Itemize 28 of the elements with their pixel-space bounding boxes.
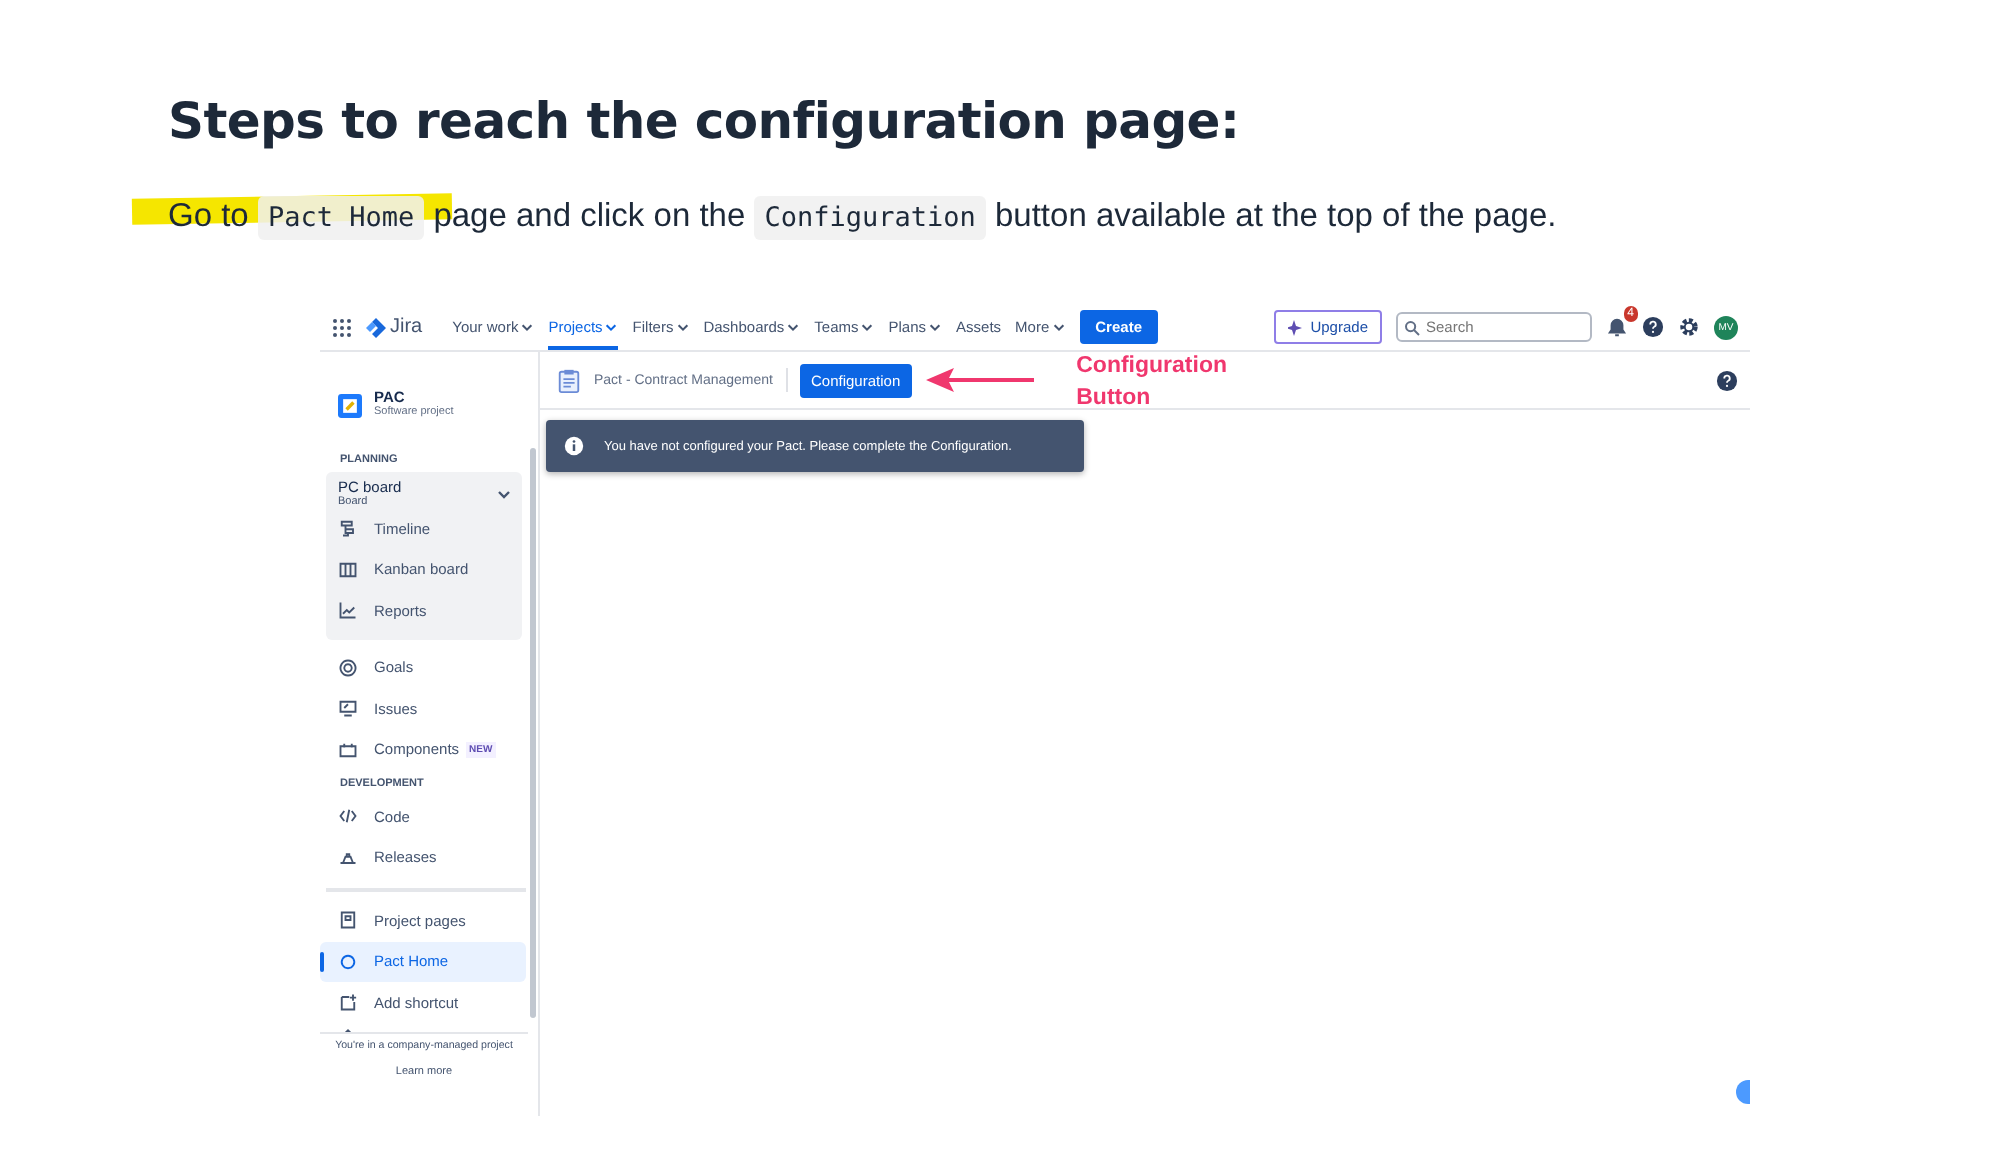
help-icon[interactable] — [1642, 316, 1664, 338]
info-icon — [564, 436, 584, 456]
jira-logo-text: Jira — [390, 316, 423, 338]
line-chart-icon — [338, 600, 358, 621]
page-heading: Steps to reach the configuration page: — [168, 92, 1240, 150]
timeline-icon — [338, 518, 358, 539]
notification-bell-icon[interactable] — [1606, 316, 1628, 338]
jira-logo-icon — [366, 317, 386, 337]
settings-icon[interactable] — [1678, 316, 1700, 338]
app-grid-icon[interactable] — [332, 317, 352, 337]
chevron-down-icon[interactable] — [496, 485, 512, 501]
monitor-icon — [338, 698, 358, 719]
boat-icon — [338, 847, 358, 868]
code-icon — [338, 806, 358, 827]
sparkle-icon — [1288, 319, 1305, 335]
page-icon — [338, 910, 358, 931]
pointer-arrow — [924, 366, 1037, 394]
help-icon[interactable] — [1716, 369, 1738, 391]
add-shortcut-icon — [338, 992, 358, 1013]
project-icon — [338, 394, 362, 418]
floating-help-button[interactable] — [1736, 1080, 1750, 1104]
search-icon — [1404, 320, 1420, 336]
calendar-icon — [338, 739, 358, 760]
columns-icon — [338, 559, 358, 580]
clipboard-icon — [556, 367, 582, 393]
target-icon — [338, 657, 358, 678]
annotation-label: Configuration Button — [1076, 351, 1229, 413]
scrollbar[interactable] — [530, 448, 536, 1018]
